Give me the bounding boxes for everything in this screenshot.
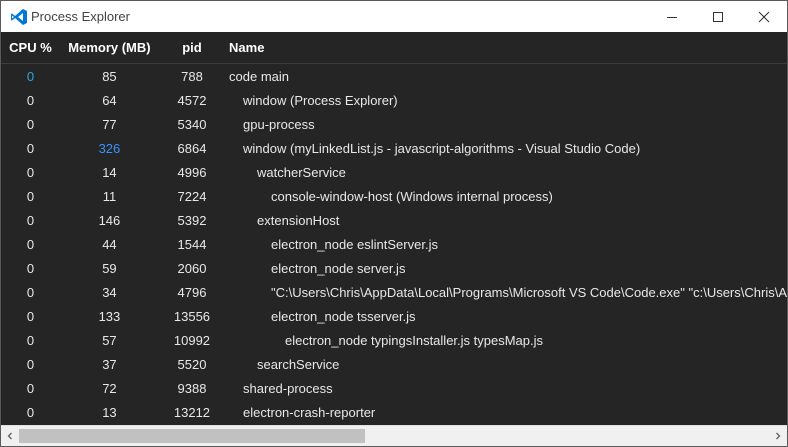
cell-pid: 788 xyxy=(181,68,203,84)
column-header-name: Name xyxy=(229,40,265,55)
vscode-logo-icon xyxy=(10,8,28,26)
table-row[interactable]: 0 14 4996 watcherService xyxy=(1,160,787,184)
cell-name: "C:\Users\Chris\AppData\Local\Programs\M… xyxy=(271,284,787,300)
cell-name: electron_node server.js xyxy=(271,260,406,276)
table-row[interactable]: 0 326 6864 window (myLinkedList.js - javasc… xyxy=(1,136,787,160)
table-row[interactable]: 0 133 13556 electron_node tsserver.js xyxy=(1,304,787,328)
cell-cpu: 0 xyxy=(26,68,35,84)
table-row[interactable]: 0 34 4796 "C:\Users\Chris\AppData\Local\Pro… xyxy=(1,280,787,304)
column-header-memory: Memory (MB) xyxy=(68,40,151,55)
table-header-row: CPU % Memory (MB) pid Name xyxy=(1,32,787,64)
cell-cpu: 0 xyxy=(26,260,35,276)
maximize-button[interactable] xyxy=(695,1,741,32)
cell-pid: 7224 xyxy=(177,188,207,204)
cell-name: window (myLinkedList.js - javascript-alg… xyxy=(243,140,641,156)
cell-memory: 72 xyxy=(102,380,117,396)
cell-name: searchService xyxy=(257,356,340,372)
cell-name: extensionHost xyxy=(257,212,340,228)
scrollbar-thumb[interactable] xyxy=(19,429,365,443)
chevron-left-icon xyxy=(7,432,12,440)
cell-cpu: 0 xyxy=(26,332,35,348)
cell-cpu: 0 xyxy=(26,380,35,396)
cell-pid: 5392 xyxy=(177,212,207,228)
table-row[interactable]: 0 77 5340 gpu-process xyxy=(1,112,787,136)
title-bar[interactable]: Process Explorer xyxy=(1,1,787,32)
column-header-pid: pid xyxy=(182,40,202,55)
cell-memory: 64 xyxy=(102,92,117,108)
table-row[interactable]: 0 85 788 code main xyxy=(1,64,787,89)
cell-memory: 59 xyxy=(102,260,117,276)
cell-cpu: 0 xyxy=(26,356,35,372)
cell-memory: 77 xyxy=(102,116,117,132)
process-table-body: 0 85 788 code main 0 64 4572 window (Process Ex… xyxy=(1,64,787,425)
cell-memory: 85 xyxy=(102,68,117,84)
cell-name: gpu-process xyxy=(243,116,315,132)
cell-cpu: 0 xyxy=(26,404,35,420)
cell-name: console-window-host (Windows internal pr… xyxy=(271,188,553,204)
cell-pid: 2060 xyxy=(177,260,207,276)
cell-pid: 4796 xyxy=(177,284,207,300)
cell-memory: 34 xyxy=(102,284,117,300)
cell-cpu: 0 xyxy=(26,92,35,108)
cell-pid: 13212 xyxy=(173,404,211,420)
cell-memory: 37 xyxy=(102,356,117,372)
minimize-icon xyxy=(667,16,677,18)
cell-name: electron_node eslintServer.js xyxy=(271,236,438,252)
table-row[interactable]: 0 37 5520 searchService xyxy=(1,352,787,376)
process-table-area: CPU % Memory (MB) pid Name 0 85 788 code ma… xyxy=(1,32,787,425)
cell-memory: 14 xyxy=(102,164,117,180)
cell-pid: 5340 xyxy=(177,116,207,132)
table-row[interactable]: 0 146 5392 extensionHost xyxy=(1,208,787,232)
cell-name: electron_node tsserver.js xyxy=(271,308,416,324)
cell-pid: 9388 xyxy=(177,380,207,396)
cell-pid: 1544 xyxy=(177,236,207,252)
process-explorer-window: Process Explorer CPU % Memory (MB) pid N… xyxy=(0,0,788,447)
table-row[interactable]: 0 72 9388 shared-process xyxy=(1,376,787,400)
maximize-icon xyxy=(713,11,723,22)
cell-pid: 13556 xyxy=(173,308,211,324)
cell-pid: 4996 xyxy=(177,164,207,180)
cell-name: electron_node typingsInstaller.js typesM… xyxy=(285,332,544,348)
column-header-cpu: CPU % xyxy=(9,40,52,55)
scroll-left-button[interactable] xyxy=(1,426,19,446)
cell-cpu: 0 xyxy=(26,284,35,300)
cell-cpu: 0 xyxy=(26,236,35,252)
cell-pid: 10992 xyxy=(173,332,211,348)
cell-cpu: 0 xyxy=(26,212,35,228)
horizontal-scrollbar[interactable] xyxy=(1,425,787,446)
table-row[interactable]: 0 13 13212 electron-crash-reporter xyxy=(1,400,787,424)
cell-name: shared-process xyxy=(243,380,333,396)
cell-memory: 13 xyxy=(102,404,117,420)
cell-memory: 326 xyxy=(98,140,121,156)
cell-pid: 5520 xyxy=(177,356,207,372)
cell-memory: 146 xyxy=(98,212,121,228)
cell-cpu: 0 xyxy=(26,188,35,204)
cell-name: code main xyxy=(229,68,290,84)
cell-pid: 6864 xyxy=(177,140,207,156)
cell-pid: 4572 xyxy=(177,92,207,108)
close-button[interactable] xyxy=(741,1,787,32)
chevron-right-icon xyxy=(776,432,781,440)
cell-memory: 57 xyxy=(102,332,117,348)
close-icon xyxy=(758,11,770,22)
cell-name: electron-crash-reporter xyxy=(243,404,376,420)
table-row[interactable]: 0 11 7224 console-window-host (Windows inte… xyxy=(1,184,787,208)
cell-name: window (Process Explorer) xyxy=(243,92,398,108)
table-row[interactable]: 0 57 10992 electron_node typingsInstaller.j… xyxy=(1,328,787,352)
cell-cpu: 0 xyxy=(26,140,35,156)
minimize-button[interactable] xyxy=(649,1,695,32)
cell-name: watcherService xyxy=(257,164,346,180)
cell-memory: 44 xyxy=(102,236,117,252)
cell-cpu: 0 xyxy=(26,164,35,180)
cell-memory: 133 xyxy=(98,308,121,324)
table-row[interactable]: 0 59 2060 electron_node server.js xyxy=(1,256,787,280)
table-row[interactable]: 0 64 4572 window (Process Explorer) xyxy=(1,88,787,112)
cell-memory: 11 xyxy=(102,188,117,204)
table-row[interactable]: 0 44 1544 electron_node eslintServer.js xyxy=(1,232,787,256)
cell-cpu: 0 xyxy=(26,308,35,324)
window-title: Process Explorer xyxy=(31,9,130,24)
cell-cpu: 0 xyxy=(26,116,35,132)
scroll-right-button[interactable] xyxy=(769,426,787,446)
process-table: CPU % Memory (MB) pid Name 0 85 788 code ma… xyxy=(1,32,787,424)
